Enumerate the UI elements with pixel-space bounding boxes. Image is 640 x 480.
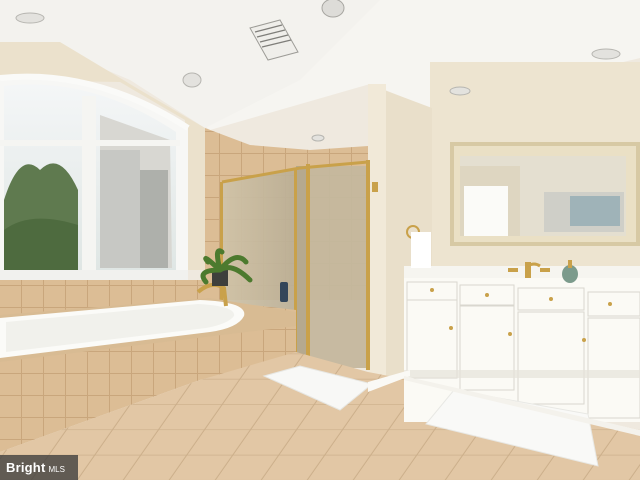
soap-bottle (280, 282, 288, 302)
recessed-light (321, 0, 345, 18)
watermark-suffix: MLS (48, 464, 65, 474)
arched-window (0, 73, 190, 285)
recessed-light (449, 86, 471, 96)
recessed-light (15, 12, 45, 24)
recessed-light (591, 48, 621, 60)
watermark-brand: Bright (6, 460, 46, 475)
mls-watermark: Bright MLS (0, 455, 78, 480)
vanity-mirror (450, 142, 640, 246)
bathroom-photo (0, 0, 640, 480)
wall-column-face (368, 84, 386, 384)
recessed-light (311, 134, 325, 142)
recessed-light (182, 72, 202, 88)
vanity-cabinet (404, 266, 640, 422)
